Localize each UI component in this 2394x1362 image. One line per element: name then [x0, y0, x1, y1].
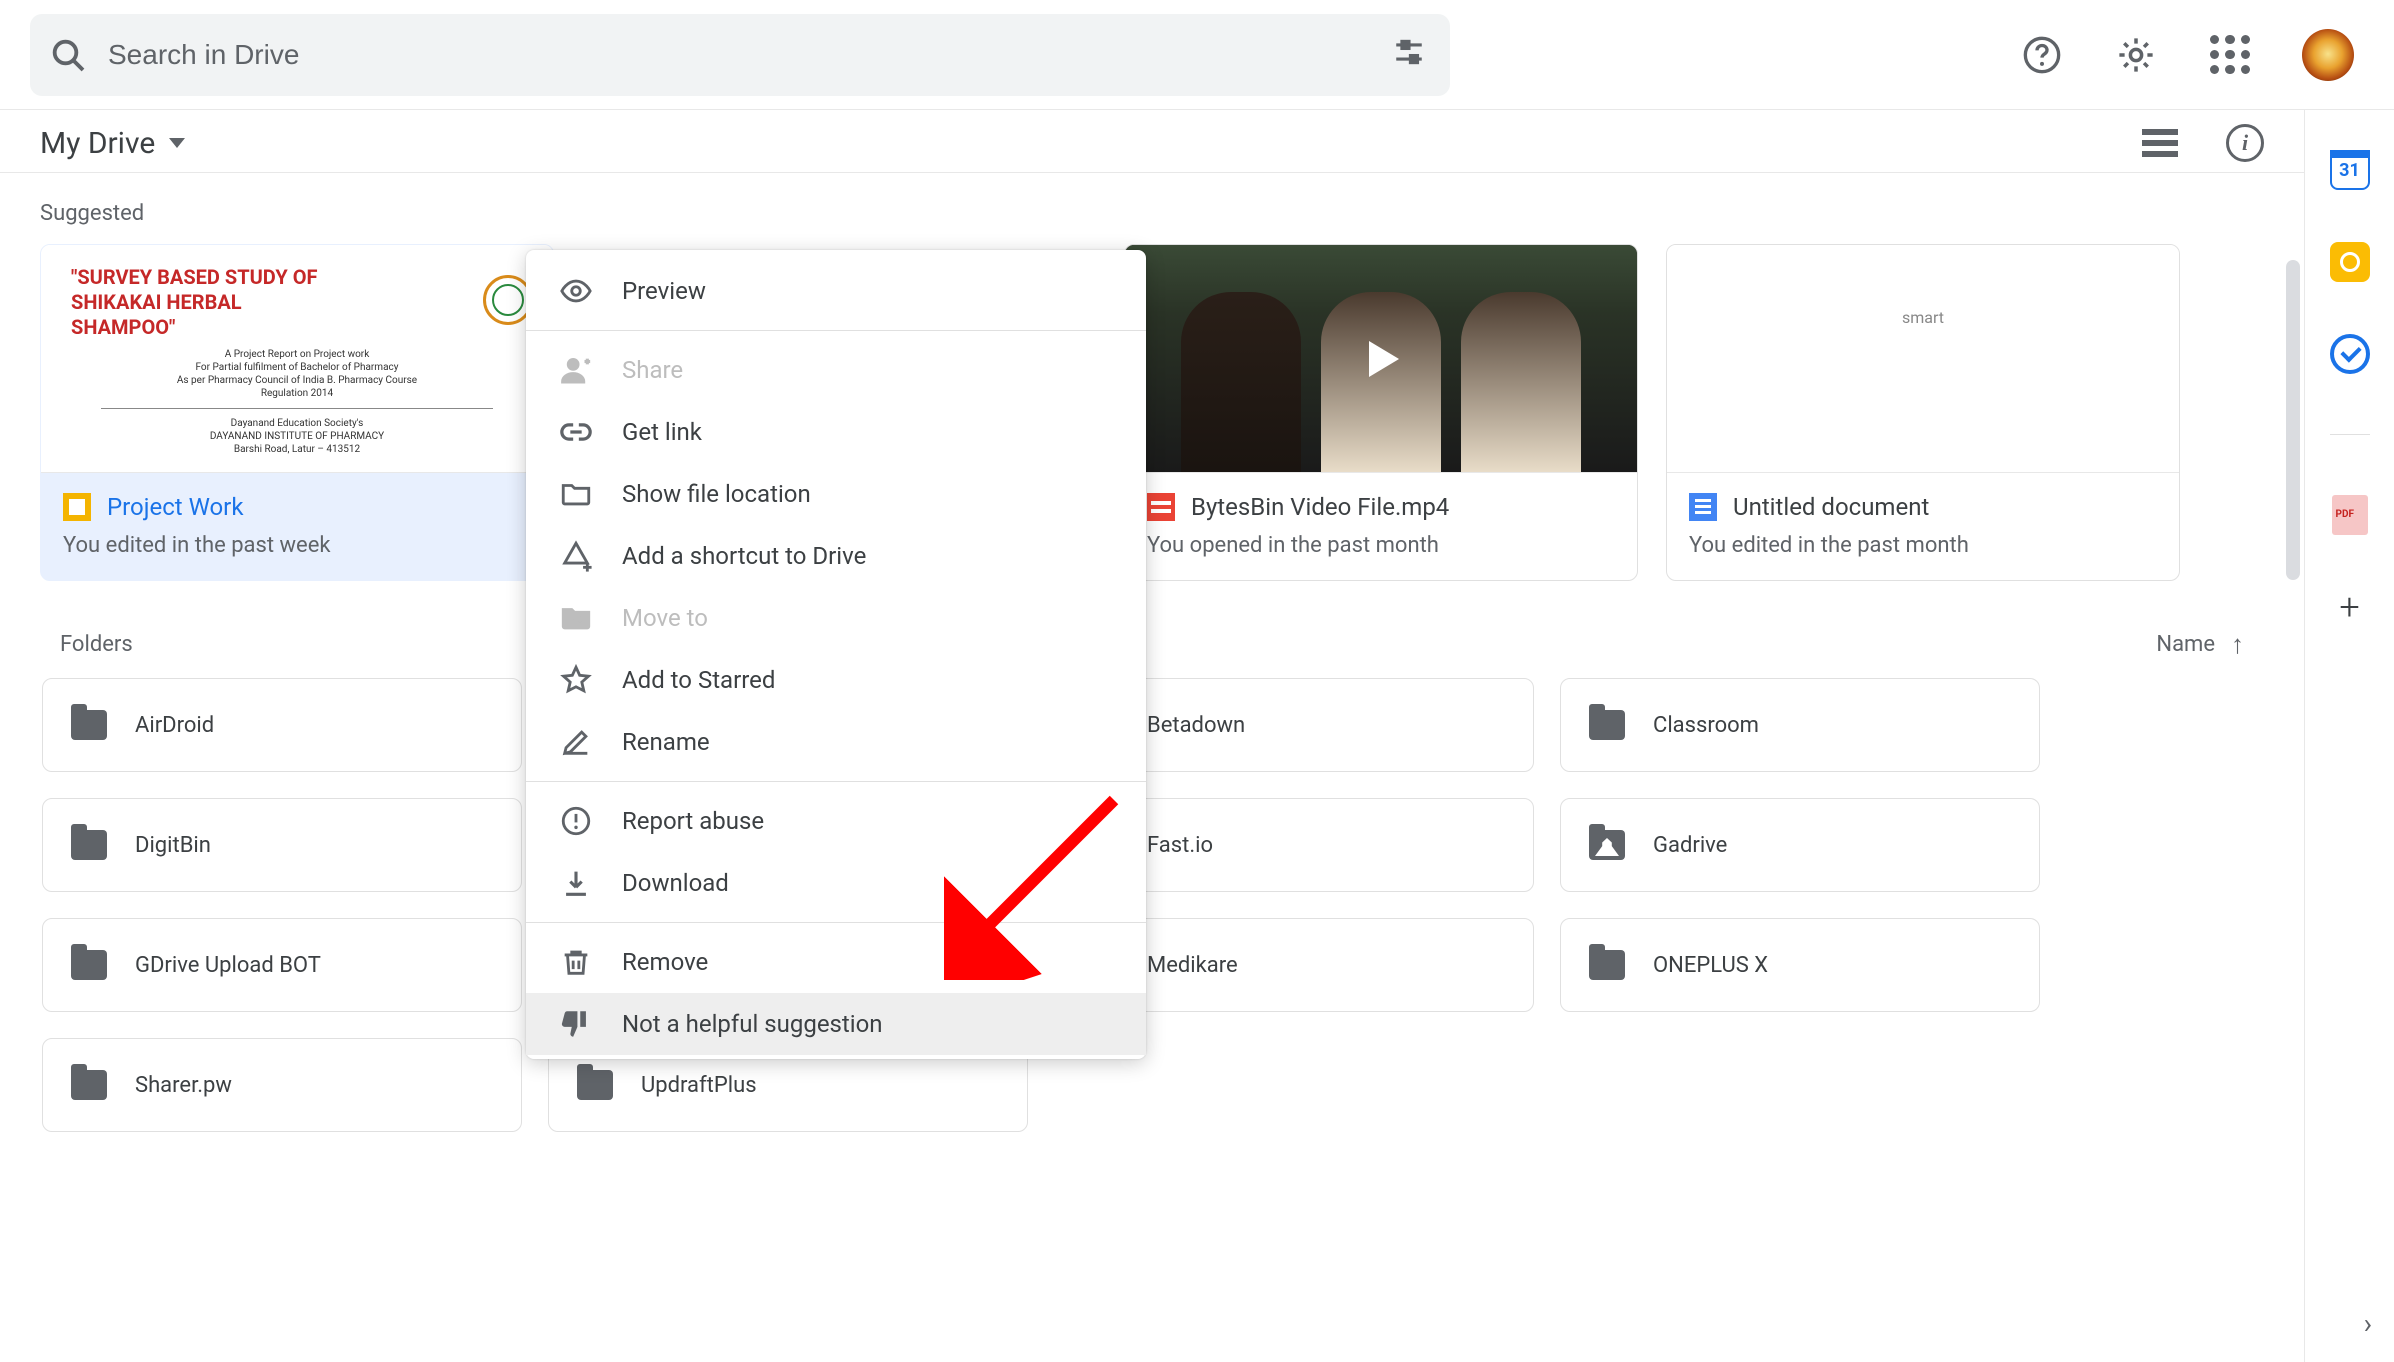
breadcrumb[interactable]: My Drive: [40, 126, 185, 161]
menu-add-shortcut[interactable]: Add a shortcut to Drive: [526, 525, 1146, 587]
list-view-icon[interactable]: [2142, 129, 2178, 157]
calendar-icon[interactable]: 31: [2330, 150, 2370, 190]
folder-item[interactable]: AirDroid: [42, 678, 522, 772]
play-icon: [1351, 329, 1411, 389]
breadcrumb-label: My Drive: [40, 126, 155, 161]
keep-icon[interactable]: [2330, 242, 2370, 282]
suggested-title: BytesBin Video File.mp4: [1191, 493, 1449, 521]
collapse-side-panel-icon[interactable]: ›: [2364, 1307, 2372, 1340]
folder-item[interactable]: Sharer.pw: [42, 1038, 522, 1132]
menu-share: Share: [526, 339, 1146, 401]
suggested-card[interactable]: "SURVEY BASED STUDY OF SHIKAKAI HERBAL S…: [40, 244, 554, 581]
suggested-card[interactable]: smart Untitled document You edited in th…: [1666, 244, 2180, 581]
menu-remove[interactable]: Remove: [526, 931, 1146, 993]
info-icon[interactable]: i: [2226, 124, 2264, 162]
top-bar: [0, 0, 2394, 110]
suggested-title: Project Work: [107, 493, 243, 521]
sort-label: Name: [2156, 632, 2215, 657]
link-icon: [558, 414, 594, 450]
suggested-subtitle: You edited in the past week: [63, 533, 531, 558]
divider: [2330, 434, 2370, 435]
video-icon: [1147, 493, 1175, 521]
suggested-subtitle: You edited in the past month: [1689, 533, 2157, 558]
search-options-icon[interactable]: [1392, 35, 1432, 75]
menu-show-location[interactable]: Show file location: [526, 463, 1146, 525]
slides-icon: [63, 493, 91, 521]
folder-icon: [71, 950, 107, 980]
report-icon: [558, 803, 594, 839]
menu-report-abuse[interactable]: Report abuse: [526, 790, 1146, 852]
search-input[interactable]: [88, 39, 1392, 71]
person-add-icon: [558, 352, 594, 388]
folder-item[interactable]: DigitBin: [42, 798, 522, 892]
menu-move-to: Move to: [526, 587, 1146, 649]
eye-icon: [558, 273, 594, 309]
add-addon-icon[interactable]: +: [2330, 587, 2370, 627]
folder-icon: [71, 1070, 107, 1100]
folder-grid: AirDroid Betadown Classroom DigitBin Fas…: [0, 678, 2304, 1132]
menu-preview[interactable]: Preview: [526, 260, 1146, 322]
help-icon[interactable]: [2020, 33, 2064, 77]
folder-icon: [71, 710, 107, 740]
settings-icon[interactable]: [2114, 33, 2158, 77]
download-icon: [558, 865, 594, 901]
breadcrumb-row: My Drive i: [0, 110, 2304, 173]
menu-download[interactable]: Download: [526, 852, 1146, 914]
folder-outline-icon: [558, 476, 594, 512]
trash-icon: [558, 944, 594, 980]
scrollbar[interactable]: [2286, 260, 2300, 580]
folder-item[interactable]: GDrive Upload BOT: [42, 918, 522, 1012]
folder-icon: [1589, 950, 1625, 980]
account-avatar[interactable]: [2302, 29, 2354, 81]
suggested-heading: Suggested: [0, 173, 2304, 244]
top-actions: [2020, 29, 2354, 81]
folders-heading: Folders: [60, 632, 133, 657]
suggested-thumbnail: [1125, 245, 1637, 473]
suggested-card[interactable]: BytesBin Video File.mp4 You opened in th…: [1124, 244, 1638, 581]
folder-item[interactable]: ONEPLUS X: [1560, 918, 2040, 1012]
suggested-thumbnail: smart: [1667, 245, 2179, 473]
sort-button[interactable]: Name ↑: [2156, 629, 2244, 660]
drive-shortcut-icon: [558, 538, 594, 574]
folder-item[interactable]: Classroom: [1560, 678, 2040, 772]
folder-move-icon: [558, 600, 594, 636]
context-menu: Preview Share Get link Show file locatio…: [526, 250, 1146, 1059]
apps-icon[interactable]: [2208, 33, 2252, 77]
star-icon: [558, 662, 594, 698]
suggested-row: "SURVEY BASED STUDY OF SHIKAKAI HERBAL S…: [0, 244, 2304, 581]
folder-icon: [577, 1070, 613, 1100]
suggested-thumbnail: "SURVEY BASED STUDY OF SHIKAKAI HERBAL S…: [41, 245, 553, 473]
search-icon: [48, 35, 88, 75]
folder-item[interactable]: Gadrive: [1560, 798, 2040, 892]
shared-folder-icon: [1589, 830, 1625, 860]
menu-rename[interactable]: Rename: [526, 711, 1146, 773]
thumb-down-icon: [558, 1006, 594, 1042]
side-panel: 31 + ›: [2304, 110, 2394, 1362]
search-box[interactable]: [30, 14, 1450, 96]
menu-add-starred[interactable]: Add to Starred: [526, 649, 1146, 711]
menu-get-link[interactable]: Get link: [526, 401, 1146, 463]
docs-icon: [1689, 493, 1717, 521]
pencil-icon: [558, 724, 594, 760]
chevron-down-icon: [169, 138, 185, 148]
pdf-addon-icon[interactable]: [2330, 495, 2370, 535]
tasks-icon[interactable]: [2330, 334, 2370, 374]
folder-icon: [1589, 710, 1625, 740]
menu-not-helpful[interactable]: Not a helpful suggestion: [526, 993, 1146, 1055]
suggested-subtitle: You opened in the past month: [1147, 533, 1615, 558]
folder-icon: [71, 830, 107, 860]
arrow-up-icon: ↑: [2231, 629, 2244, 660]
suggested-title: Untitled document: [1733, 493, 1929, 521]
